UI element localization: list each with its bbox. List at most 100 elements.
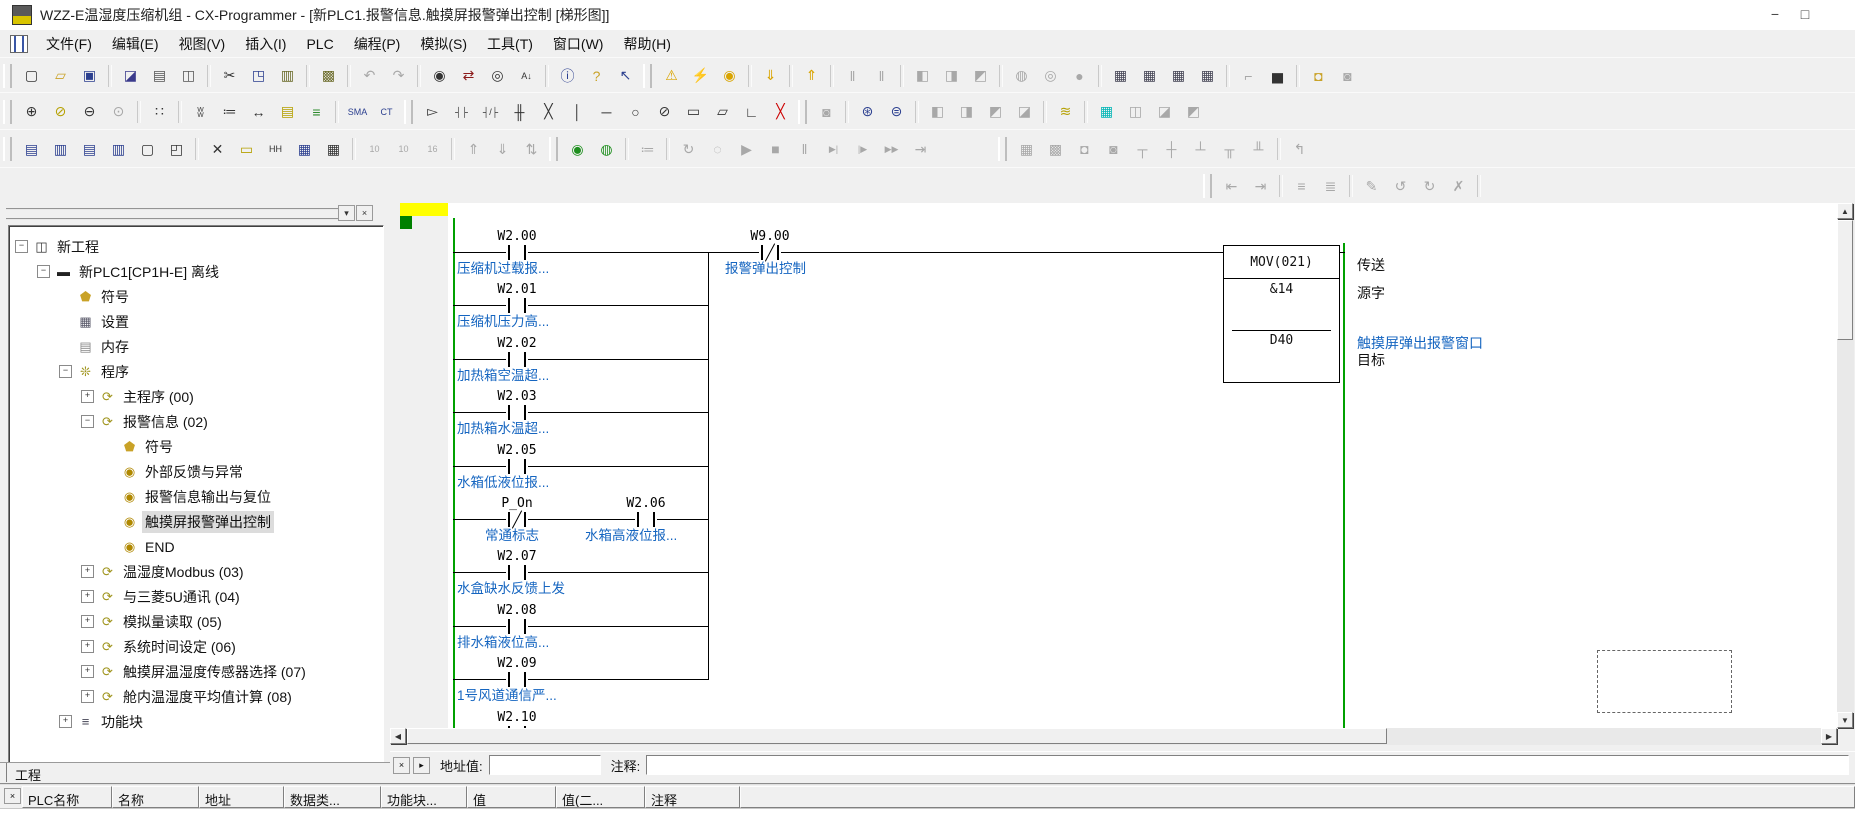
tree-item-function-blocks[interactable]: +≡功能块: [9, 709, 383, 734]
tree-item-touchscreen-alarm-popup[interactable]: ◉触摸屏报警弹出控制: [9, 509, 383, 534]
expand-icon[interactable]: +: [81, 665, 94, 678]
expand-icon[interactable]: +: [81, 390, 94, 403]
tb-compile-all[interactable]: ⚡: [687, 63, 714, 89]
tb-show-symbol-bar[interactable]: ▤: [274, 99, 301, 125]
tb-local-symbol-table[interactable]: ▭: [233, 136, 260, 162]
watch-column-8[interactable]: 注释: [645, 786, 740, 808]
tb-cross-reference[interactable]: ✕: [204, 136, 231, 162]
tb-compile-program[interactable]: ⊛: [854, 99, 881, 125]
tb-new-project[interactable]: ▢: [18, 63, 45, 89]
tb-help[interactable]: ?: [583, 63, 610, 89]
tb-print-preview[interactable]: ◫: [175, 63, 202, 89]
tb-open-project[interactable]: ▱: [47, 63, 74, 89]
tb-settings-window[interactable]: ▦: [1165, 63, 1192, 89]
tb-new-coil-nc[interactable]: ⊘: [651, 99, 678, 125]
menu-w[interactable]: 窗口(W): [543, 31, 614, 57]
expand-icon[interactable]: +: [81, 640, 94, 653]
collapse-icon[interactable]: −: [81, 415, 94, 428]
toolbar-drag-handle[interactable]: [3, 100, 12, 124]
collapse-icon[interactable]: −: [59, 365, 72, 378]
toolbar-drag-handle[interactable]: [3, 137, 12, 161]
watch-column-2[interactable]: 名称: [112, 786, 199, 808]
menu-v[interactable]: 视图(V): [169, 31, 236, 57]
workspace-drag-grip[interactable]: [6, 208, 351, 220]
toolbar-drag-handle[interactable]: [643, 64, 652, 88]
tb-find[interactable]: ◉: [426, 63, 453, 89]
tree-item-memory[interactable]: ▤内存: [9, 334, 383, 359]
scroll-right-button[interactable]: ▶: [1821, 728, 1837, 744]
tree-item-programs[interactable]: −❊程序: [9, 359, 383, 384]
watch-column-3[interactable]: 地址: [199, 786, 284, 808]
tb-online-edit[interactable]: ⇑: [798, 63, 825, 89]
tb-save-project[interactable]: ▣: [76, 63, 103, 89]
tb-set-password[interactable]: ◘: [1305, 63, 1332, 89]
tb-address-reference-tool[interactable]: HH: [262, 136, 289, 162]
workspace-pin-button[interactable]: ▾: [338, 205, 355, 221]
watch-close-button[interactable]: ×: [4, 788, 21, 804]
scroll-left-button[interactable]: ◀: [390, 728, 406, 744]
horizontal-scrollbar[interactable]: ◀ ▶: [390, 728, 1837, 745]
scroll-up-button[interactable]: ▲: [1837, 203, 1853, 219]
tb-copy[interactable]: ◳: [245, 63, 272, 89]
tb-print[interactable]: ▤: [146, 63, 173, 89]
expand-icon[interactable]: +: [81, 690, 94, 703]
instruction-block-mov[interactable]: MOV(021)&14D40: [1223, 245, 1340, 383]
expand-icon[interactable]: +: [81, 565, 94, 578]
horizontal-scroll-thumb[interactable]: [407, 728, 1387, 744]
tb-select-mode[interactable]: ▻: [419, 99, 446, 125]
maximize-button[interactable]: □: [1790, 3, 1820, 25]
tb-monitor-data-display[interactable]: ↔: [245, 99, 272, 125]
watch-column-1[interactable]: PLC名称: [22, 786, 112, 808]
watch-column-6[interactable]: 值: [467, 786, 556, 808]
tb-new-contact-nc[interactable]: ┤/├: [477, 99, 504, 125]
collapse-icon[interactable]: −: [15, 240, 28, 253]
watch-column-7[interactable]: 值(二...: [556, 786, 645, 808]
tree-item-end-section[interactable]: ◉END: [9, 534, 383, 559]
tree-item-settings[interactable]: ▦设置: [9, 309, 383, 334]
tree-item-project-root[interactable]: −◫新工程: [9, 234, 383, 259]
tb-simulator-settings[interactable]: ◍: [593, 136, 620, 162]
tb-view-ladder[interactable]: ▥: [47, 136, 74, 162]
watch-column-4[interactable]: 数据类...: [284, 786, 381, 808]
toolbar-drag-handle[interactable]: [549, 137, 558, 161]
menu-e[interactable]: 编辑(E): [102, 31, 169, 57]
toolbar-drag-handle[interactable]: [998, 137, 1007, 161]
tb-ct-view[interactable]: CT: [373, 99, 400, 125]
tb-view-properties[interactable]: ◰: [163, 136, 190, 162]
vertical-scroll-thumb[interactable]: [1837, 220, 1853, 340]
tb-new-contact[interactable]: ┤├: [448, 99, 475, 125]
tb-sort[interactable]: A↓: [513, 63, 540, 89]
tree-item-modbus[interactable]: +⟳温湿度Modbus (03): [9, 559, 383, 584]
tb-show-grid[interactable]: ∷: [146, 99, 173, 125]
menu-plc[interactable]: PLC: [296, 33, 343, 55]
tb-new-instruction[interactable]: ▭: [680, 99, 707, 125]
tab-project[interactable]: 工程: [6, 763, 62, 782]
tb-view-rung-list[interactable]: ▥: [105, 136, 132, 162]
tree-item-main-program[interactable]: +⟳主程序 (00): [9, 384, 383, 409]
tree-item-alarm-output-reset[interactable]: ◉报警信息输出与复位: [9, 484, 383, 509]
tb-time-chart[interactable]: ▅: [1264, 63, 1291, 89]
expand-icon[interactable]: +: [81, 615, 94, 628]
tree-item-plc[interactable]: −▬新PLC1[CP1H-E] 离线: [9, 259, 383, 284]
tree-item-alarm-symbols[interactable]: ⬟符号: [9, 434, 383, 459]
scroll-down-button[interactable]: ▼: [1837, 712, 1853, 728]
expand-icon[interactable]: +: [81, 590, 94, 603]
tb-io-comment-view[interactable]: ▦: [291, 136, 318, 162]
tb-symbol-table[interactable]: ≋: [1052, 99, 1079, 125]
tb-io-table-window[interactable]: ▦: [1107, 63, 1134, 89]
tb-show-rung-annotations[interactable]: ≔: [216, 99, 243, 125]
tb-zoom-to[interactable]: ⊘: [47, 99, 74, 125]
comment-field[interactable]: [646, 755, 1849, 775]
menu-s[interactable]: 模拟(S): [410, 31, 477, 57]
minimize-button[interactable]: −: [1760, 3, 1790, 25]
tree-item-external-feedback[interactable]: ◉外部反馈与异常: [9, 459, 383, 484]
menu-i[interactable]: 插入(I): [235, 31, 296, 57]
tree-item-system-time[interactable]: +⟳系统时间设定 (06): [9, 634, 383, 659]
address-value-field[interactable]: [489, 755, 601, 775]
tb-view-window[interactable]: ▢: [134, 136, 161, 162]
expand-address-bar-button[interactable]: ▸: [413, 757, 430, 774]
tb-new-or-contact[interactable]: ╫: [506, 99, 533, 125]
toolbar-drag-handle[interactable]: [404, 100, 413, 124]
tb-new-or-contact-nc[interactable]: ╳: [535, 99, 562, 125]
tb-transfer-to-plc[interactable]: ⇓: [757, 63, 784, 89]
